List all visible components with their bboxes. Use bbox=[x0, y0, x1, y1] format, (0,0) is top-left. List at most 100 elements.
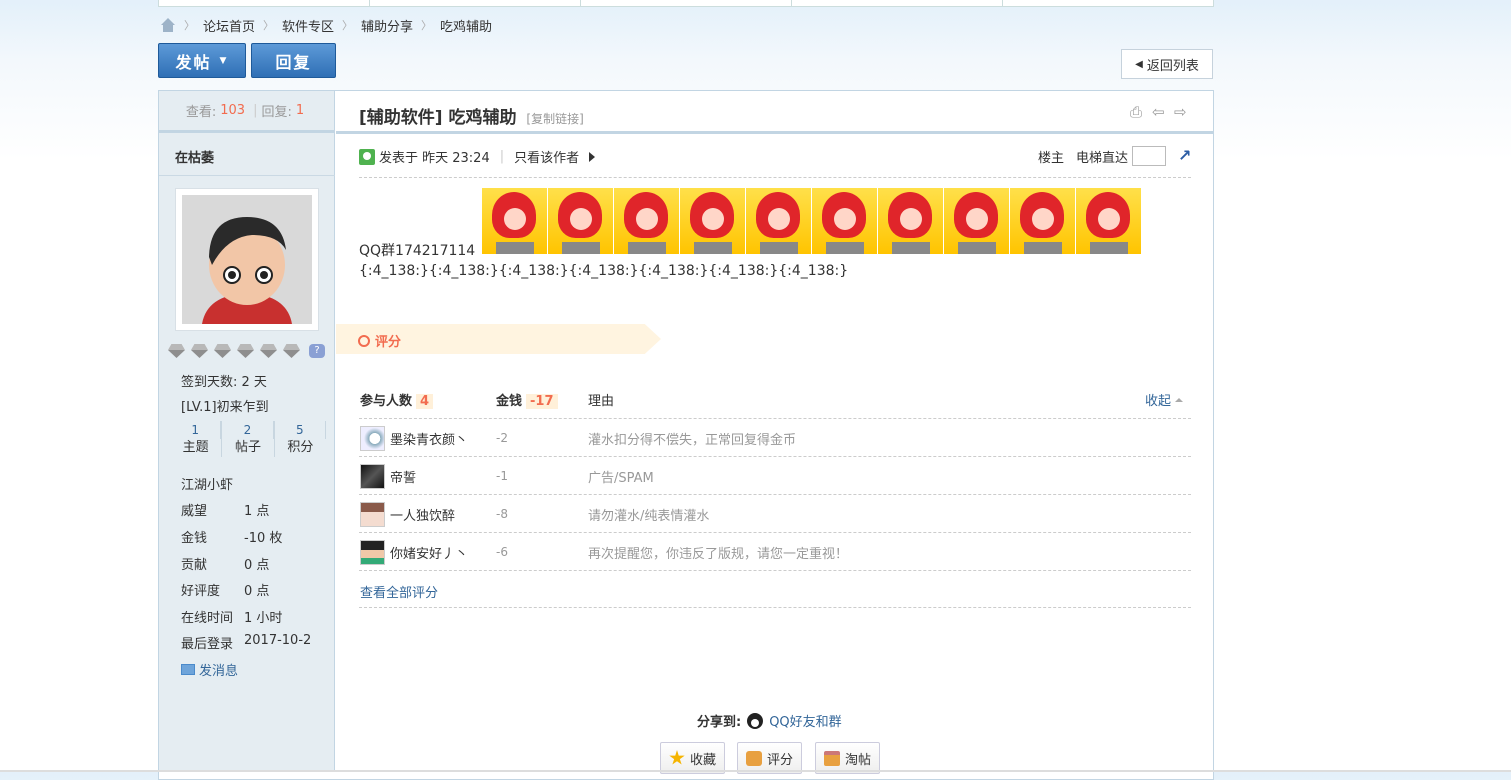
reply-button[interactable]: 回复 bbox=[251, 43, 336, 78]
favorite-label: 收藏 bbox=[690, 752, 717, 768]
breadcrumb-share[interactable]: 辅助分享 bbox=[361, 16, 413, 35]
count-value: 2 bbox=[222, 421, 274, 439]
field-key: 威望 bbox=[181, 504, 208, 519]
rater-avatar[interactable] bbox=[360, 501, 385, 527]
print-icon[interactable]: ⎙ bbox=[1130, 104, 1145, 120]
floor-nav: 楼主 电梯直达 ↗ bbox=[1038, 146, 1192, 166]
gem-icon bbox=[282, 344, 301, 358]
avatar[interactable] bbox=[175, 188, 319, 331]
rater-score: -8 bbox=[496, 507, 508, 521]
reply-label: 回复 bbox=[275, 52, 312, 72]
field-value: 0 点 bbox=[244, 558, 270, 573]
rater-avatar[interactable] bbox=[360, 463, 385, 489]
elevator-label: 电梯直达 bbox=[1076, 150, 1129, 166]
rating-col-people: 参与人数 4 bbox=[360, 390, 434, 409]
user-field: 威望 1 点 bbox=[181, 500, 269, 519]
stats-divider: | bbox=[253, 103, 258, 118]
gem-icon bbox=[167, 344, 186, 358]
new-post-button[interactable]: 发帖 ▼ bbox=[158, 43, 246, 78]
caret-right-icon bbox=[589, 151, 596, 162]
send-message-link[interactable]: 发消息 bbox=[181, 660, 238, 679]
thumbs-up-icon bbox=[746, 750, 762, 766]
rater-name[interactable]: 你媎安好丿丶 bbox=[390, 543, 496, 562]
back-to-list-button[interactable]: ◀ 返回列表 bbox=[1121, 49, 1213, 79]
field-key: 最后登录 bbox=[181, 637, 234, 652]
field-value: 1 点 bbox=[244, 504, 270, 519]
emoticon-image bbox=[680, 188, 745, 254]
field-value: 1 小时 bbox=[244, 611, 283, 626]
back-to-list-label: 返回列表 bbox=[1146, 58, 1199, 74]
views-label: 查看: bbox=[185, 105, 217, 120]
tray-icon bbox=[824, 750, 840, 766]
floor-label: 楼主 bbox=[1038, 150, 1065, 166]
user-field: 最后登录 2017-10-2 bbox=[181, 633, 311, 652]
chevron-right-icon: 〉 bbox=[184, 19, 195, 32]
go-icon[interactable]: ↗ bbox=[1178, 148, 1192, 164]
new-post-label: 发帖 bbox=[175, 52, 212, 72]
post-emoticon-codes: {:4_138:}{:4_138:}{:4_138:}{:4_138:}{:4_… bbox=[359, 263, 849, 279]
online-status-icon bbox=[359, 148, 375, 165]
replies-label: 回复: bbox=[261, 105, 292, 120]
post-time: 发表于 昨天 23:24 bbox=[379, 151, 490, 166]
only-author-link[interactable]: 只看该作者 bbox=[514, 147, 579, 166]
signin-days: 签到天数: 2 天 bbox=[181, 375, 267, 390]
share-qq-link[interactable]: QQ好友和群 bbox=[769, 711, 841, 730]
rank-gems: ? bbox=[167, 344, 325, 358]
caret-up-icon bbox=[1175, 397, 1184, 402]
emoticon-image bbox=[746, 188, 811, 254]
field-key: 贡献 bbox=[181, 558, 208, 573]
copy-link[interactable]: [复制链接] bbox=[526, 112, 583, 126]
breadcrumb-software[interactable]: 软件专区 bbox=[282, 16, 334, 35]
user-field: 好评度 0 点 bbox=[181, 580, 269, 599]
share-bar: 分享到: QQ好友和群 bbox=[697, 711, 842, 730]
divider bbox=[159, 175, 335, 176]
field-key: 金钱 bbox=[181, 531, 208, 546]
field-value: 2017-10-2 bbox=[244, 633, 312, 648]
user-field: 在线时间 1 小时 bbox=[181, 607, 282, 626]
collapse-label: 收起 bbox=[1145, 394, 1172, 409]
divider bbox=[336, 131, 1213, 134]
next-thread-icon[interactable]: ⇨ bbox=[1174, 104, 1189, 120]
count-points[interactable]: 5 积分 bbox=[275, 421, 326, 457]
gem-icon bbox=[213, 344, 232, 358]
breadcrumb-current[interactable]: 吃鸡辅助 bbox=[440, 16, 492, 35]
rater-name[interactable]: 墨染青衣颜丶 bbox=[390, 429, 496, 448]
rater-name[interactable]: 一人独饮醉 bbox=[390, 505, 496, 524]
share-label: 分享到: bbox=[697, 715, 742, 730]
table-row: 你媎安好丿丶 -6 再次提醒您，你违反了版规，请您一定重视！ bbox=[360, 533, 1190, 571]
rater-reason: 再次提醒您，你违反了版规，请您一定重视！ bbox=[588, 546, 849, 562]
rater-name[interactable]: 帝誓 bbox=[390, 467, 496, 486]
floor-jump-input[interactable] bbox=[1132, 146, 1167, 166]
gem-icon bbox=[236, 344, 255, 358]
rater-score: -1 bbox=[496, 469, 508, 483]
breadcrumb: 〉 论坛首页 〉 软件专区 〉 辅助分享 〉 吃鸡辅助 bbox=[160, 16, 492, 35]
rater-avatar[interactable] bbox=[360, 425, 385, 451]
field-key: 在线时间 bbox=[181, 611, 234, 626]
rate-label: 评分 bbox=[767, 752, 794, 768]
post-meta: 发表于 昨天 23:24 | 只看该作者 bbox=[359, 147, 596, 166]
chevron-right-icon: 〉 bbox=[342, 19, 354, 32]
caret-left-icon: ◀ bbox=[1135, 58, 1143, 70]
count-label: 积分 bbox=[287, 440, 314, 455]
rater-score: -6 bbox=[496, 545, 508, 559]
rating-label: 评分 bbox=[358, 331, 401, 350]
count-posts[interactable]: 2 帖子 bbox=[222, 421, 275, 457]
author-name[interactable]: 在枯萎 bbox=[175, 147, 214, 166]
table-row: 墨染青衣颜丶 -2 灌水扣分得不偿失，正常回复得金币 bbox=[360, 419, 1190, 457]
user-level[interactable]: [LV.1]初来乍到 bbox=[181, 396, 269, 415]
view-all-ratings-link[interactable]: 查看全部评分 bbox=[360, 582, 438, 601]
help-icon[interactable]: ? bbox=[309, 344, 325, 358]
post-title: [辅助软件] 吃鸡辅助 [复制链接] bbox=[359, 103, 584, 128]
home-icon[interactable] bbox=[160, 18, 176, 32]
collapse-link[interactable]: 收起 bbox=[1145, 390, 1184, 409]
rater-avatar[interactable] bbox=[360, 539, 385, 565]
emoticon-image bbox=[614, 188, 679, 254]
table-row: 一人独饮醉 -8 请勿灌水/纯表情灌水 bbox=[360, 495, 1190, 533]
field-value: -10 枚 bbox=[244, 531, 283, 546]
rater-reason: 请勿灌水/纯表情灌水 bbox=[588, 508, 710, 524]
emoticon-image bbox=[482, 188, 547, 254]
breadcrumb-forum-home[interactable]: 论坛首页 bbox=[203, 16, 255, 35]
prev-thread-icon[interactable]: ⇦ bbox=[1152, 104, 1167, 120]
mail-icon bbox=[181, 664, 195, 675]
count-threads[interactable]: 1 主题 bbox=[170, 421, 223, 457]
